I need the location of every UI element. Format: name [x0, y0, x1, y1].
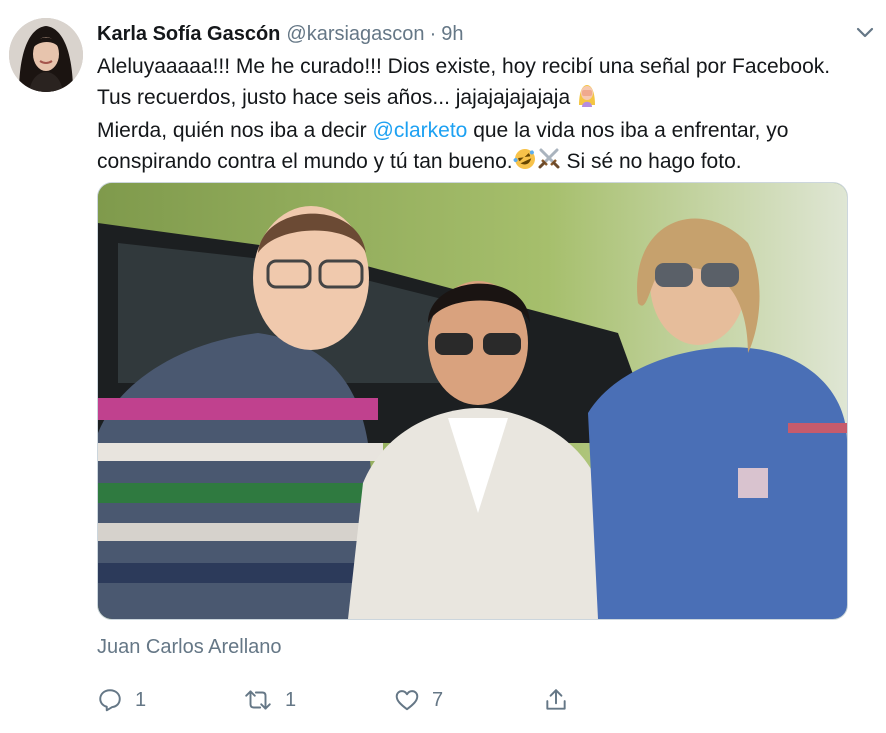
more-options-button[interactable] [852, 22, 878, 44]
retweet-button[interactable]: 1 [243, 682, 296, 718]
header-separator: · [429, 22, 437, 45]
chevron-down-icon [856, 27, 874, 38]
tweet-text-line-2-content: Tus recuerdos, justo hace seis años... j… [97, 85, 571, 109]
photo-three-men [98, 183, 847, 619]
avatar-image [9, 18, 83, 92]
author-name[interactable]: Karla Sofía Gascón [97, 23, 280, 46]
tweet-text-line-4-start: conspirando contra el mundo y tú tan bue… [97, 149, 513, 173]
photo-credit[interactable]: Juan Carlos Arellano [97, 636, 282, 659]
tweet-actions: 1 1 7 [97, 682, 597, 718]
tweet-text-line-3-end: que la vida nos iba a enfrentar, yo [467, 119, 789, 142]
heart-icon [395, 690, 419, 711]
share-icon [546, 689, 566, 710]
crossed-swords-emoji [537, 147, 561, 181]
author-avatar[interactable] [9, 18, 83, 92]
tweet-text-line-3-start: Mierda, quién nos iba a decir [97, 119, 373, 142]
tweet-text-line-2: Tus recuerdos, justo hace seis años... j… [97, 83, 877, 117]
reply-button[interactable]: 1 [97, 682, 146, 718]
like-count: 7 [432, 688, 444, 711]
rolling-laughing-emoji [513, 147, 537, 181]
tweet-photo[interactable] [97, 182, 848, 620]
tweet-body: Aleluyaaaaa!!! Me he curado!!! Dios exis… [97, 52, 877, 180]
retweet-icon [245, 690, 271, 710]
retweet-count: 1 [285, 688, 297, 711]
tweet-text-line-3: Mierda, quién nos iba a decir @clarketo … [97, 116, 877, 147]
share-button[interactable] [543, 682, 569, 718]
woman-facepalming-emoji [576, 83, 598, 117]
tweet-text-line-1: Aleluyaaaaa!!! Me he curado!!! Dios exis… [97, 55, 831, 78]
reply-count: 1 [135, 688, 147, 711]
tweet-text-line-4-end: Si sé no hago foto. [560, 149, 742, 173]
tweet-text-line-4: conspirando contra el mundo y tú tan bue… [97, 147, 877, 181]
like-button[interactable]: 7 [394, 682, 443, 718]
tweet-timestamp[interactable]: 9h [441, 23, 463, 46]
mention-link-clarketo[interactable]: @clarketo [373, 119, 468, 142]
reply-icon [99, 689, 121, 712]
author-handle[interactable]: @karsiagascon [286, 23, 424, 46]
tweet-header: Karla Sofía Gascón @karsiagascon · 9h [97, 20, 463, 48]
